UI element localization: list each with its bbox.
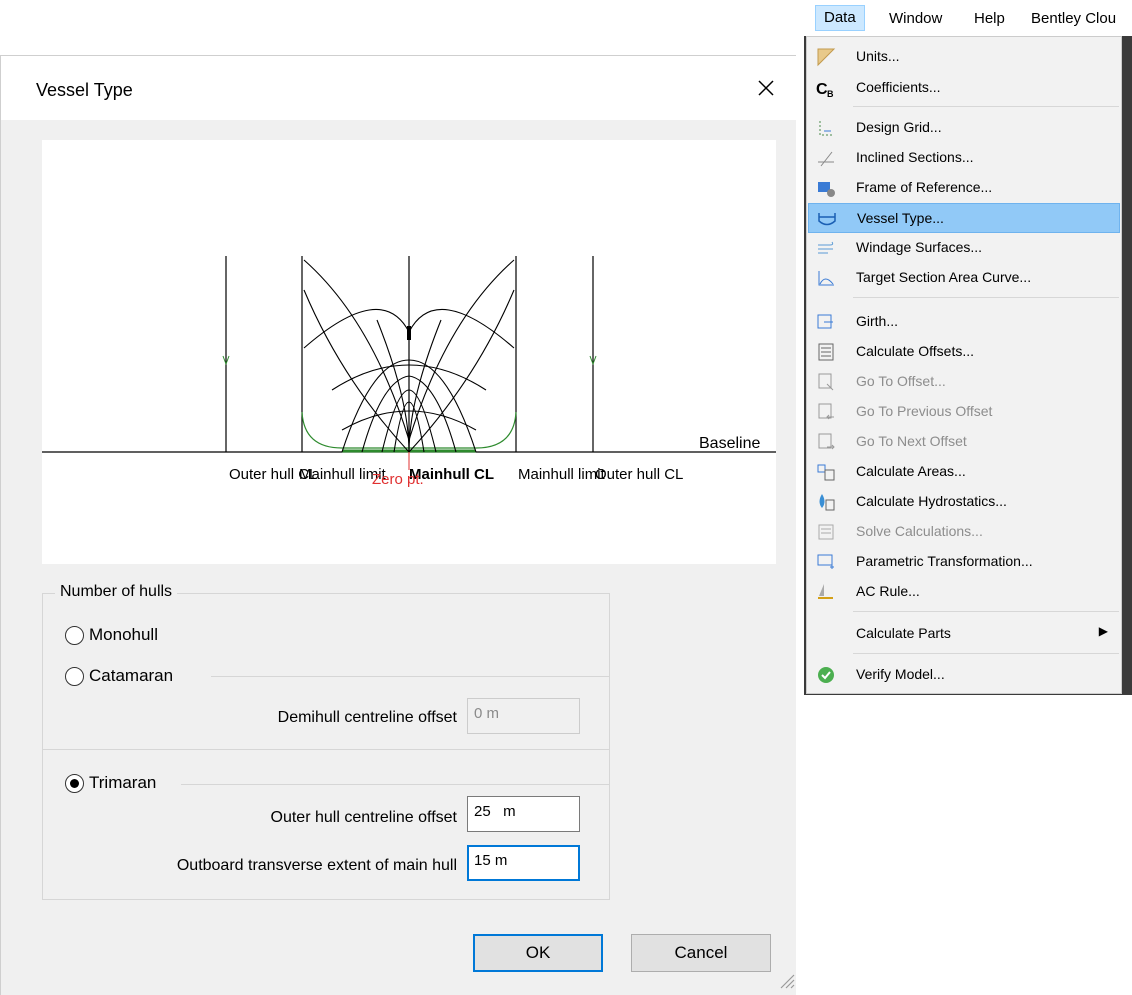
menu-item-calculate-parts[interactable]: Calculate Parts ▶	[808, 619, 1120, 649]
close-button[interactable]	[743, 68, 789, 108]
monohull-radio-indicator	[65, 625, 84, 645]
zero-point-label: Zero pt.	[372, 471, 424, 488]
menubar: Data Window Help Bentley Clou	[811, 0, 1132, 36]
menu-item-calculate-hydrostatics[interactable]: Calculate Hydrostatics...	[808, 487, 1120, 517]
resize-grip-icon[interactable]	[777, 971, 795, 989]
vessel-type-dialog: Vessel Type Baseline Outer hull CL Mainh…	[0, 55, 797, 995]
menu-item-ac-rule[interactable]: AC Rule...	[808, 577, 1120, 607]
dialog-title: Vessel Type	[36, 80, 133, 100]
coefficients-icon: CB	[816, 81, 834, 98]
menu-item-go-to-previous-offset[interactable]: Go To Previous Offset	[808, 397, 1120, 427]
cancel-button[interactable]: Cancel	[631, 934, 771, 972]
go-to-next-offset-icon	[818, 433, 835, 450]
monohull-radio[interactable]: Monohull	[63, 625, 166, 645]
menu-bentley-cloud[interactable]: Bentley Clou	[1031, 10, 1116, 27]
go-to-offset-icon	[818, 373, 834, 391]
menu-item-solve-calculations[interactable]: Solve Calculations...	[808, 517, 1120, 547]
menu-data[interactable]: Data	[815, 5, 865, 31]
calculate-areas-icon	[817, 464, 835, 481]
trimaran-radio-indicator	[65, 773, 84, 793]
hydrostatics-icon	[819, 494, 835, 511]
menu-item-girth[interactable]: Girth...	[808, 307, 1120, 337]
girth-icon	[817, 314, 833, 329]
outer-hull-offset-label: Outer hull centreline offset	[270, 809, 457, 826]
trimaran-radio[interactable]: Trimaran	[63, 773, 165, 793]
outboard-extent-input[interactable]: 15 m	[467, 845, 580, 881]
dialog-titlebar: Vessel Type	[1, 56, 797, 120]
menu-item-verify-model[interactable]: Verify Model...	[808, 660, 1120, 690]
data-menu-dropdown: Units... CB Coefficients... Design Grid.…	[806, 36, 1122, 694]
catamaran-radio-indicator	[65, 666, 84, 686]
menu-item-target-section-area-curve[interactable]: Target Section Area Curve...	[808, 263, 1120, 293]
submenu-arrow-icon: ▶	[1098, 624, 1108, 638]
demihull-offset-input[interactable]: 0 m	[467, 698, 580, 734]
outboard-extent-label: Outboard transverse extent of main hull	[176, 857, 457, 874]
menu-item-calculate-areas[interactable]: Calculate Areas...	[808, 457, 1120, 487]
vessel-type-icon	[818, 213, 836, 226]
menu-item-windage-surfaces[interactable]: Windage Surfaces...	[808, 233, 1120, 263]
close-icon	[758, 80, 774, 96]
parametric-transformation-icon	[817, 554, 834, 569]
hull-label-5: Outer hull CL	[595, 466, 683, 483]
menu-item-go-to-next-offset[interactable]: Go To Next Offset	[808, 427, 1120, 457]
menu-item-calculate-offsets[interactable]: Calculate Offsets...	[808, 337, 1120, 367]
menu-item-vessel-type[interactable]: Vessel Type...	[808, 203, 1120, 233]
svg-text:B: B	[827, 89, 834, 98]
outer-hull-offset-input[interactable]: 25 m	[467, 796, 580, 832]
catamaran-radio[interactable]: Catamaran	[63, 666, 182, 686]
hull-preview: Baseline Outer hull CL Mainhull limit Ma…	[42, 140, 776, 564]
design-grid-icon	[819, 121, 834, 136]
menu-item-design-grid[interactable]: Design Grid...	[808, 113, 1120, 143]
baseline-label: Baseline	[699, 435, 760, 452]
hull-label-4: Mainhull limit	[518, 466, 606, 483]
menu-item-units[interactable]: Units...	[808, 42, 1120, 72]
inclined-sections-icon	[818, 151, 834, 167]
menu-item-coefficients[interactable]: CB Coefficients...	[808, 73, 1120, 103]
units-icon	[817, 48, 836, 67]
demihull-offset-label: Demihull centreline offset	[277, 709, 457, 726]
windage-icon	[818, 241, 834, 254]
menu-window[interactable]: Window	[889, 10, 942, 27]
menu-item-go-to-offset[interactable]: Go To Offset...	[808, 367, 1120, 397]
number-of-hulls-legend: Number of hulls	[55, 583, 178, 601]
menu-item-parametric-transformation[interactable]: Parametric Transformation...	[808, 547, 1120, 577]
menu-item-frame-of-reference[interactable]: Frame of Reference...	[808, 173, 1120, 203]
verify-model-icon	[818, 667, 834, 683]
ac-rule-icon	[818, 584, 833, 599]
go-to-previous-offset-icon	[818, 403, 834, 420]
menu-item-inclined-sections[interactable]: Inclined Sections...	[808, 143, 1120, 173]
section-area-curve-icon	[818, 271, 834, 286]
menu-help[interactable]: Help	[974, 10, 1005, 27]
calculate-offsets-icon	[818, 343, 834, 361]
frame-of-reference-icon	[818, 182, 835, 197]
solve-calculations-icon	[818, 524, 834, 540]
ok-button[interactable]: OK	[473, 934, 603, 972]
